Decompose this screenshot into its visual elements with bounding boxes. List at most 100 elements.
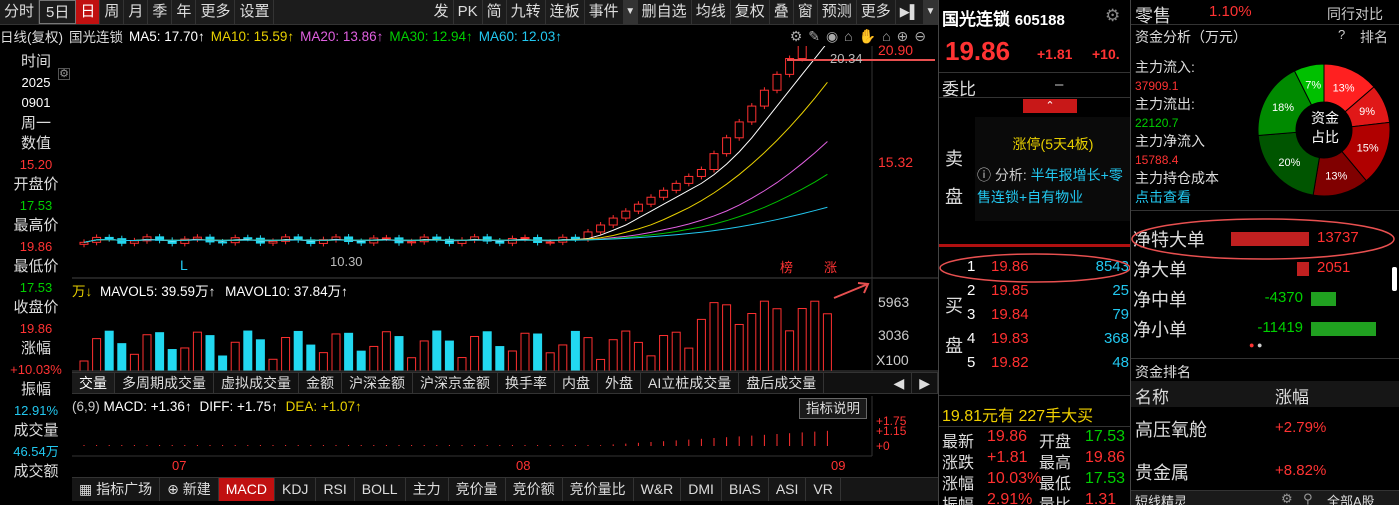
tab-macd[interactable]: MACD	[218, 478, 275, 501]
quote-pct: +10.	[1092, 46, 1120, 62]
candle-body	[722, 137, 732, 155]
volume-bar	[356, 350, 366, 372]
tool-window[interactable]: 窗	[794, 0, 818, 24]
candle-body	[684, 175, 694, 184]
tab-auction-ratio[interactable]: 竞价量比	[563, 478, 634, 501]
fund-panel: 零售 1.10% 同行对比 资金分析（万元） ? 排名 主力流入: 37909.…	[1130, 0, 1399, 505]
tab-virtual-volume[interactable]: 虚拟成交量	[214, 373, 299, 393]
volume-bar	[129, 353, 139, 372]
tab-season[interactable]: 季	[148, 0, 173, 24]
tab-boll[interactable]: BOLL	[355, 478, 406, 501]
tool-forecast[interactable]: 预测	[818, 0, 857, 24]
tool-simple[interactable]: 简	[483, 0, 507, 24]
rank-name: 高压氧舱	[1135, 420, 1207, 440]
tab-auction-vol[interactable]: 竞价量	[449, 478, 506, 501]
tab-dmi[interactable]: DMI	[681, 478, 722, 501]
net-flow-row[interactable]: 净中单 -4370	[1131, 288, 1399, 312]
tab-kdj[interactable]: KDJ	[275, 478, 317, 501]
high-label: 最高价	[13, 217, 59, 234]
chevron-down-icon[interactable]: ▼	[623, 0, 638, 24]
stat-label: 量比	[1039, 491, 1071, 505]
candle-body	[218, 241, 228, 244]
bid-level: 4	[967, 330, 976, 347]
stat-value: 10.03%	[987, 470, 1042, 487]
cost-link[interactable]: 点击查看	[1135, 188, 1219, 207]
select-5day[interactable]: 5日	[39, 0, 77, 24]
search-icon[interactable]: ⚲	[1303, 491, 1313, 505]
fund-rank[interactable]: 排名	[1360, 27, 1388, 47]
pie-slice-label: 13%	[1325, 170, 1347, 182]
market-select[interactable]: 全部A股	[1327, 491, 1375, 505]
tab-rsi[interactable]: RSI	[316, 478, 355, 501]
compare-link[interactable]: 同行对比	[1327, 4, 1383, 24]
gear-icon[interactable]: ⚙	[1281, 491, 1293, 505]
tab-day[interactable]: 日	[76, 0, 101, 24]
gear-icon[interactable]: ⚙	[1105, 6, 1120, 26]
tab-bias[interactable]: BIAS	[722, 478, 769, 501]
candle-body	[596, 224, 606, 233]
tab-month[interactable]: 月	[124, 0, 149, 24]
tab-hsj-amount[interactable]: 沪深京金额	[413, 373, 498, 393]
tab-amount[interactable]: 金额	[299, 373, 342, 393]
indicator-help-button[interactable]: 指标说明	[799, 398, 867, 419]
tab-ai-volume[interactable]: AI立桩成交量	[641, 373, 740, 393]
tab-label: 指标广场	[96, 481, 153, 497]
help-icon[interactable]: ?	[1338, 27, 1345, 42]
big-buy-label: 19.81元有 227手大买	[942, 408, 1094, 425]
tool-more[interactable]: 更多	[857, 0, 896, 24]
candle-body	[696, 169, 706, 177]
bid-row[interactable]: 5 19.82 48	[939, 354, 1131, 378]
bid-row[interactable]: 3 19.84 79	[939, 306, 1131, 330]
tab-year[interactable]: 年	[172, 0, 197, 24]
mark-zhang[interactable]: 涨	[824, 257, 837, 276]
tab-asi[interactable]: ASI	[769, 478, 807, 501]
tab-inner[interactable]: 内盘	[555, 373, 598, 393]
macd-value: MACD: +1.36↑	[103, 399, 192, 414]
tab-intraday[interactable]: 分时	[0, 0, 40, 24]
gear-icon[interactable]: ⚙	[58, 68, 70, 80]
scroll-handle[interactable]	[1392, 267, 1397, 291]
tab-hs-amount[interactable]: 沪深金额	[342, 373, 413, 393]
tool-adjust[interactable]: 复权	[731, 0, 770, 24]
chevron-down-icon[interactable]: ▼	[924, 0, 938, 24]
tool-pk[interactable]: PK	[454, 0, 483, 24]
tab-outer[interactable]: 外盘	[598, 373, 641, 393]
tool-events[interactable]: 事件	[585, 0, 624, 24]
tab-wr[interactable]: W&R	[634, 478, 682, 501]
tab-multi-volume[interactable]: 多周期成交量	[115, 373, 214, 393]
tab-indicator-square[interactable]: ▦ 指标广场	[72, 478, 161, 501]
tab-auction-amt[interactable]: 竞价额	[506, 478, 563, 501]
tab-new[interactable]: ⊕ 新建	[160, 478, 219, 501]
close-label: 收盘价	[13, 299, 59, 316]
net-flow-value: -11419	[1257, 319, 1303, 336]
tab-vr[interactable]: VR	[806, 478, 841, 501]
tab-turnover[interactable]: 换手率	[498, 373, 555, 393]
candle-body	[797, 46, 807, 60]
tab-main[interactable]: 主力	[406, 478, 449, 501]
net-flow-row[interactable]: 净小单 -11419	[1131, 318, 1399, 342]
candle-body	[646, 196, 656, 205]
tab-week[interactable]: 周	[100, 0, 125, 24]
quote-header: 国光连锁 605188	[942, 5, 1065, 30]
tab-volume[interactable]: 交量	[72, 373, 115, 393]
tab-after-hours[interactable]: 盘后成交量	[739, 373, 825, 393]
mark-bang[interactable]: 榜	[780, 257, 793, 276]
scroll-right-icon[interactable]: ▶	[912, 373, 938, 393]
fund-title: 资金分析（万元）	[1135, 29, 1247, 45]
tab-more[interactable]: 更多	[196, 0, 236, 24]
collapse-button[interactable]: ⌃	[1023, 99, 1077, 113]
collapse-icon[interactable]: ▶▌	[896, 0, 924, 24]
tool-overlay[interactable]: 叠	[770, 0, 794, 24]
annotation-arrow	[833, 283, 869, 299]
page-dots[interactable]: ● ●	[1249, 340, 1262, 350]
settings-button[interactable]: 设置	[235, 0, 275, 24]
volume-bar	[722, 304, 732, 372]
scroll-left-icon[interactable]: ◀	[886, 373, 913, 393]
net-flow-value: -4370	[1264, 289, 1303, 306]
tool-lianban[interactable]: 连板	[546, 0, 585, 24]
tool-ma[interactable]: 均线	[692, 0, 731, 24]
tool-fa[interactable]: 发	[430, 0, 454, 24]
tool-remove-fav[interactable]: 删自选	[638, 0, 692, 24]
bid-row[interactable]: 4 19.83 368	[939, 330, 1131, 354]
tool-jiuzhuan[interactable]: 九转	[507, 0, 546, 24]
